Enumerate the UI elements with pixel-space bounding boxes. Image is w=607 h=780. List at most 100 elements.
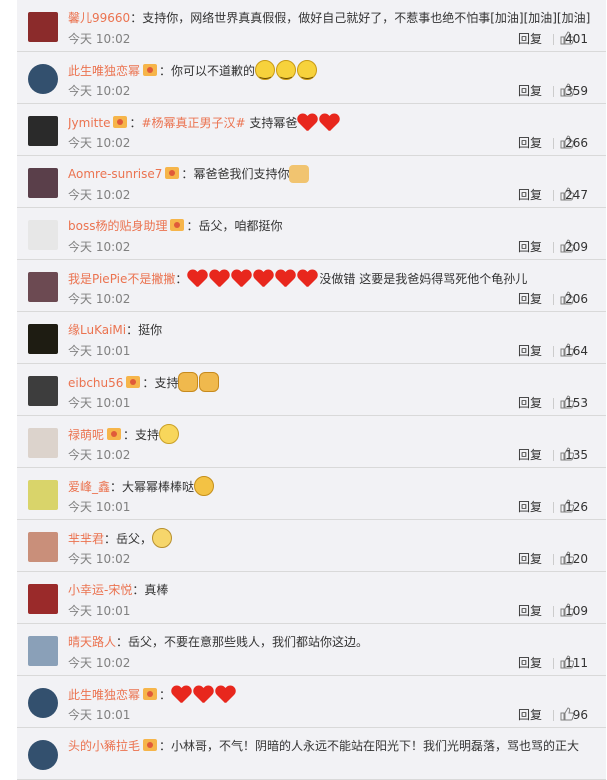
- hashtag-link[interactable]: #杨幂真正男子汉#: [141, 116, 245, 130]
- reply-button[interactable]: 回复: [518, 186, 542, 204]
- comment-text: 真棒: [144, 583, 169, 597]
- username-link[interactable]: 头的小豨拉毛: [68, 739, 140, 753]
- avatar[interactable]: [28, 116, 58, 146]
- member-badge-icon: [143, 64, 158, 76]
- comment-item: eibchu56 ：支持 今天 10:01 回复 153: [17, 364, 606, 416]
- like-button[interactable]: 96: [554, 706, 606, 724]
- username-link[interactable]: 禄萌呢: [68, 428, 104, 442]
- avatar[interactable]: [28, 220, 58, 250]
- username-link[interactable]: boss杨的贴身助理: [68, 219, 167, 233]
- like-button[interactable]: 135: [554, 446, 606, 464]
- reply-button[interactable]: 回复: [518, 498, 542, 516]
- avatar[interactable]: [28, 584, 58, 614]
- like-count: 120: [565, 552, 588, 566]
- reply-button[interactable]: 回复: [518, 30, 542, 48]
- reply-button[interactable]: 回复: [518, 290, 542, 308]
- like-count: 111: [565, 656, 588, 670]
- username-link[interactable]: 缘LuKaiMi: [68, 323, 126, 337]
- avatar[interactable]: [28, 688, 58, 718]
- comment-item: 头的小豨拉毛 ：小林哥，不气！阴暗的人永远不能站在阳光下！我们光明磊落，骂也骂的正…: [17, 728, 606, 780]
- comment-content: eibchu56 ：支持: [68, 372, 598, 392]
- reply-button[interactable]: 回复: [518, 602, 542, 620]
- like-button[interactable]: 126: [554, 498, 606, 516]
- username-link[interactable]: 晴天路人: [68, 635, 116, 649]
- heart-emoji-icon: [231, 268, 252, 288]
- heart-emoji-icon: [215, 684, 236, 704]
- comment-time: 今天 10:02: [68, 292, 131, 306]
- username-link[interactable]: 馨儿99660: [68, 11, 130, 25]
- like-button[interactable]: 266: [554, 134, 606, 152]
- reply-button[interactable]: 回复: [518, 550, 542, 568]
- colon-separator: ：: [104, 532, 117, 546]
- reply-button[interactable]: 回复: [518, 394, 542, 412]
- avatar[interactable]: [28, 740, 58, 770]
- like-button[interactable]: 109: [554, 602, 606, 620]
- avatar[interactable]: [28, 428, 58, 458]
- like-button[interactable]: 120: [554, 550, 606, 568]
- member-badge-icon: [107, 428, 122, 440]
- colon-separator: ：: [126, 323, 139, 337]
- avatar[interactable]: [28, 272, 58, 302]
- smile-emoji-icon: [255, 60, 276, 80]
- reply-button[interactable]: 回复: [518, 134, 542, 152]
- like-button[interactable]: 247: [554, 186, 606, 204]
- username-link[interactable]: 此生唯独恋幂: [68, 64, 140, 78]
- comment-text: 支持: [135, 428, 160, 442]
- username-link[interactable]: Aomre-sunrise7: [68, 167, 162, 181]
- like-count: 266: [565, 136, 588, 150]
- username-link[interactable]: Jymitte: [68, 116, 110, 130]
- member-badge-icon: [143, 739, 158, 751]
- comment-item: 爱峰_鑫：大幂幂棒棒哒 今天 10:01 回复 126: [17, 468, 606, 520]
- like-button[interactable]: 401: [554, 30, 606, 48]
- avatar[interactable]: [28, 376, 58, 406]
- member-badge-icon: [143, 688, 158, 700]
- like-button[interactable]: 164: [554, 342, 606, 360]
- colon-separator: ：: [130, 11, 143, 25]
- username-link[interactable]: 芈芈君: [68, 532, 104, 546]
- comment-item: 小幸运-宋悦：真棒 今天 10:01 回复 109: [17, 572, 606, 624]
- reply-button[interactable]: 回复: [518, 238, 542, 256]
- comment-text: 岳父，咱都挺你: [198, 219, 283, 233]
- like-count: 164: [565, 344, 588, 358]
- heart-emoji-icon: [319, 112, 340, 132]
- username-link[interactable]: 小幸运-宋悦: [68, 583, 132, 597]
- like-button[interactable]: 359: [554, 82, 606, 100]
- like-button[interactable]: 111: [554, 654, 606, 672]
- like-button[interactable]: 153: [554, 394, 606, 412]
- reply-button[interactable]: 回复: [518, 654, 542, 672]
- avatar[interactable]: [28, 168, 58, 198]
- like-count: 359: [565, 84, 588, 98]
- like-count: 135: [565, 448, 588, 462]
- avatar[interactable]: [28, 532, 58, 562]
- comment-item: Aomre-sunrise7 ：幂爸爸我们支持你 今天 10:02 回复 247: [17, 156, 606, 208]
- comment-content: 缘LuKaiMi：挺你: [68, 320, 598, 340]
- reply-button[interactable]: 回复: [518, 446, 542, 464]
- avatar[interactable]: [28, 480, 58, 510]
- like-button[interactable]: 206: [554, 290, 606, 308]
- fist-emoji-icon: [178, 372, 199, 392]
- comment-list: 馨儿99660：支持你，网络世界真真假假，做好自己就好了，不惹事也绝不怕事[加油…: [17, 0, 606, 780]
- comment-content: boss杨的贴身助理 ：岳父，咱都挺你: [68, 216, 598, 236]
- comment-content: 馨儿99660：支持你，网络世界真真假假，做好自己就好了，不惹事也绝不怕事[加油…: [68, 8, 598, 28]
- comment-text: 小林哥，不气！阴暗的人永远不能站在阳光下！我们光明磊落，骂也骂的正大: [171, 739, 580, 753]
- avatar[interactable]: [28, 12, 58, 42]
- reply-button[interactable]: 回复: [518, 706, 542, 724]
- comment-text: 支持你，网络世界真真假假，做好自己就好了，不惹事也绝不怕事[加油][加油][加油…: [142, 11, 591, 25]
- username-link[interactable]: eibchu56: [68, 376, 123, 390]
- username-link[interactable]: 此生唯独恋幂: [68, 688, 140, 702]
- relieved-emoji-icon: [159, 424, 180, 444]
- avatar[interactable]: [28, 636, 58, 666]
- colon-separator: ：: [110, 480, 123, 494]
- comment-time: 今天 10:01: [68, 708, 131, 722]
- reply-button[interactable]: 回复: [518, 342, 542, 360]
- username-link[interactable]: 爱峰_鑫: [68, 480, 110, 494]
- heart-emoji-icon: [193, 684, 214, 704]
- avatar[interactable]: [28, 324, 58, 354]
- comment-content: 芈芈君：岳父，: [68, 528, 598, 548]
- comment-content: Jymitte ：#杨幂真正男子汉# 支持幂爸: [68, 112, 598, 132]
- username-link[interactable]: 我是PiePie不是撇撇: [68, 272, 175, 286]
- comment-content: 此生唯独恋幂 ：你可以不道歉的: [68, 60, 598, 80]
- avatar[interactable]: [28, 64, 58, 94]
- like-button[interactable]: 209: [554, 238, 606, 256]
- reply-button[interactable]: 回复: [518, 82, 542, 100]
